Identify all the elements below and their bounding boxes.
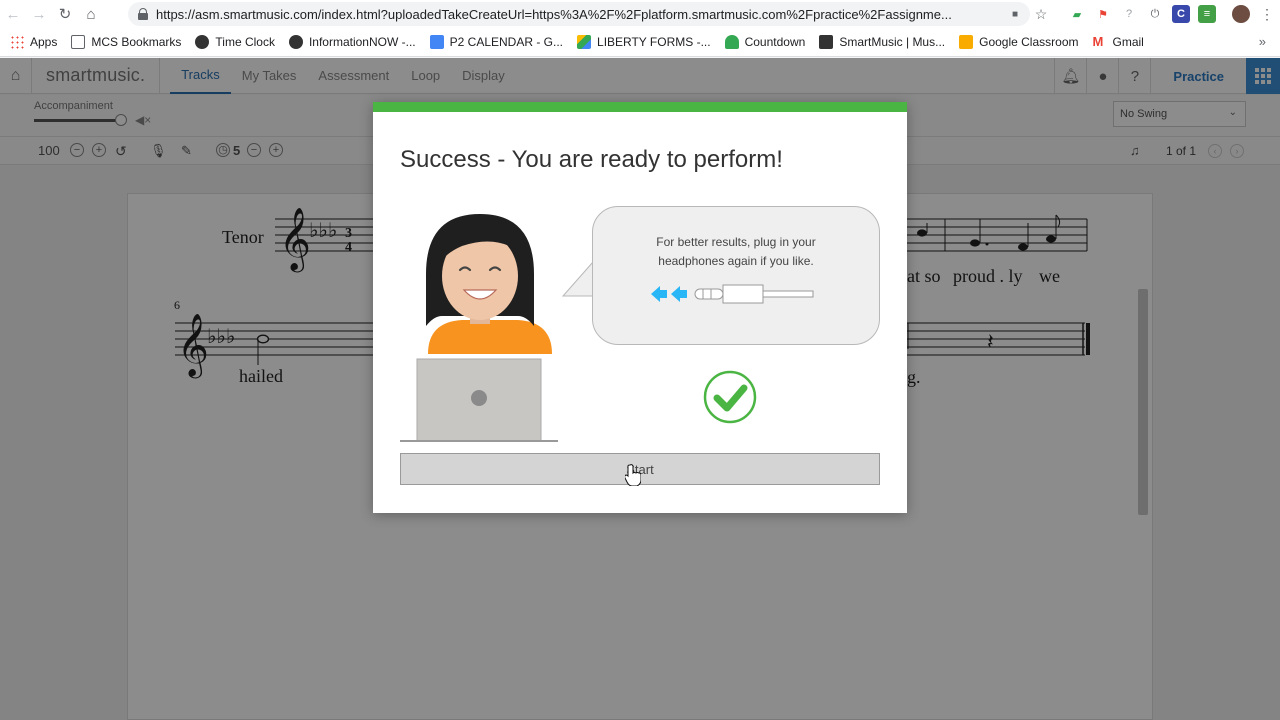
drive-icon (577, 35, 592, 49)
doc-extension-icon[interactable]: ≡ (1198, 5, 1216, 23)
forward-arrow-icon[interactable]: → (26, 0, 52, 28)
url-text: https://asm.smartmusic.com/index.html?up… (156, 6, 952, 22)
countdown-icon (724, 35, 739, 49)
bookmark-gmail[interactable]: M Gmail (1092, 34, 1143, 50)
address-bar[interactable]: https://asm.smartmusic.com/index.html?up… (128, 2, 1030, 26)
tip-bubble: For better results, plug in your headpho… (592, 206, 880, 345)
bookmark-mcs[interactable]: MCS Bookmarks (71, 35, 181, 49)
globe-icon (195, 35, 210, 49)
help-extension-icon[interactable]: ? (1120, 5, 1138, 23)
bookmark-apps[interactable]: Apps (10, 35, 57, 49)
bookmark-countdown[interactable]: Countdown (724, 35, 805, 49)
student-laptop-illustration (400, 214, 558, 442)
bookmark-smartmusic[interactable]: SmartMusic | Mus... (819, 35, 945, 49)
bookmark-time-clock[interactable]: Time Clock (195, 35, 275, 49)
kebab-menu-icon[interactable]: ⋮ (1258, 5, 1276, 23)
folder-icon (71, 35, 86, 49)
bookmark-liberty-forms[interactable]: LIBERTY FORMS -... (577, 35, 711, 49)
back-arrow-icon[interactable]: ← (0, 0, 26, 28)
profile-avatar[interactable] (1232, 5, 1250, 23)
bookmark-google-classroom[interactable]: Google Classroom (959, 35, 1078, 49)
lock-icon (138, 8, 148, 20)
gmail-icon: M (1092, 34, 1104, 49)
ready-to-perform-dialog: Success - You are ready to perform! For … (373, 102, 907, 513)
extension-icon[interactable]: ⚑ (1094, 5, 1112, 23)
apps-grid-icon (10, 35, 24, 49)
docs-icon (429, 35, 444, 49)
camera-icon[interactable]: ■ (1006, 5, 1024, 23)
headphone-plug-icon (651, 284, 814, 304)
more-bookmarks-icon[interactable]: » (1259, 34, 1266, 49)
tip-text: For better results, plug in your headpho… (656, 235, 816, 268)
hand-pointer-cursor-icon (625, 464, 641, 486)
site-icon (288, 35, 303, 49)
cast-icon[interactable]: ▰ (1068, 5, 1086, 23)
star-icon[interactable]: ☆ (1032, 5, 1050, 23)
home-icon[interactable]: ⌂ (78, 0, 104, 28)
c-extension-icon[interactable]: C (1172, 5, 1190, 23)
smartmusic-icon (819, 35, 834, 49)
bookmark-informationnow[interactable]: InformationNOW -... (288, 35, 416, 49)
classroom-icon (959, 35, 974, 49)
bookmarks-bar: Apps MCS Bookmarks Time Clock Informatio… (0, 28, 1280, 57)
browser-toolbar: ← → ↻ ⌂ https://asm.smartmusic.com/index… (0, 0, 1280, 28)
bookmark-p2-calendar[interactable]: P2 CALENDAR - G... (429, 35, 563, 49)
dialog-title: Success - You are ready to perform! (400, 146, 783, 173)
success-check-icon (703, 370, 757, 424)
power-icon[interactable]: ⏻ (1146, 5, 1164, 23)
reload-icon[interactable]: ↻ (52, 0, 78, 28)
